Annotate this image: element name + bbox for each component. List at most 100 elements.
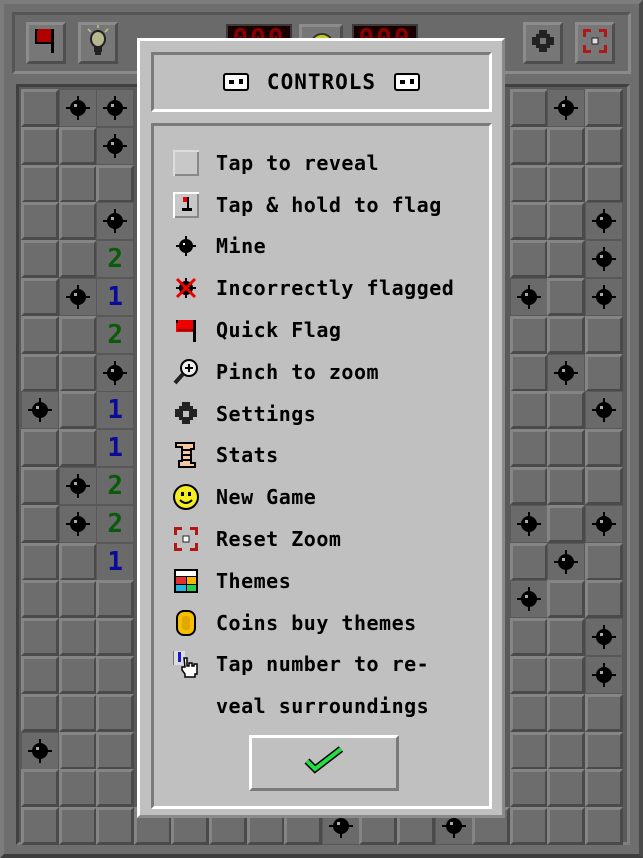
closed-cell[interactable] [547,769,586,808]
closed-cell[interactable] [58,202,97,241]
closed-cell[interactable] [21,693,59,732]
closed-cell[interactable] [509,164,548,203]
closed-cell[interactable] [58,807,97,846]
quick-flag-button[interactable] [26,22,66,64]
closed-cell[interactable] [509,353,548,392]
closed-cell[interactable] [96,580,135,619]
closed-cell[interactable] [58,164,97,203]
mine-cell[interactable] [58,89,97,127]
closed-cell[interactable] [509,731,548,770]
mine-cell[interactable] [585,391,623,430]
closed-cell[interactable] [585,89,623,127]
number-cell[interactable]: 1 [96,542,135,581]
closed-cell[interactable] [547,731,586,770]
closed-cell[interactable] [96,164,135,203]
mine-cell[interactable] [547,89,586,127]
mine-cell[interactable] [509,580,548,619]
mine-cell[interactable] [509,504,548,543]
closed-cell[interactable] [509,807,548,846]
mine-cell[interactable] [585,278,623,316]
closed-cell[interactable] [585,429,623,468]
closed-cell[interactable] [547,693,586,732]
closed-cell[interactable] [58,315,97,354]
closed-cell[interactable] [509,656,548,694]
closed-cell[interactable] [547,504,586,543]
closed-cell[interactable] [21,202,59,241]
closed-cell[interactable] [585,580,623,619]
mine-cell[interactable] [58,504,97,543]
reset-zoom-button[interactable] [575,22,615,64]
closed-cell[interactable] [585,731,623,770]
closed-cell[interactable] [547,315,586,354]
closed-cell[interactable] [509,126,548,165]
ok-button[interactable] [249,735,399,791]
closed-cell[interactable] [21,89,59,127]
number-cell[interactable]: 1 [96,391,135,430]
mine-cell[interactable] [96,353,135,392]
closed-cell[interactable] [547,278,586,316]
closed-cell[interactable] [58,618,97,657]
closed-cell[interactable] [547,807,586,846]
number-cell[interactable]: 1 [96,429,135,468]
closed-cell[interactable] [58,126,97,165]
number-cell[interactable]: 2 [96,504,135,543]
closed-cell[interactable] [547,618,586,657]
closed-cell[interactable] [58,542,97,581]
closed-cell[interactable] [509,202,548,241]
closed-cell[interactable] [21,278,59,316]
mine-cell[interactable] [509,278,548,316]
closed-cell[interactable] [585,542,623,581]
closed-cell[interactable] [509,391,548,430]
closed-cell[interactable] [585,353,623,392]
mine-cell[interactable] [96,89,135,127]
closed-cell[interactable] [547,164,586,203]
mine-cell[interactable] [21,391,59,430]
closed-cell[interactable] [58,731,97,770]
closed-cell[interactable] [509,315,548,354]
closed-cell[interactable] [21,164,59,203]
closed-cell[interactable] [21,429,59,468]
closed-cell[interactable] [585,769,623,808]
closed-cell[interactable] [58,391,97,430]
closed-cell[interactable] [509,467,548,505]
closed-cell[interactable] [509,542,548,581]
closed-cell[interactable] [58,769,97,808]
closed-cell[interactable] [21,807,59,846]
closed-cell[interactable] [96,618,135,657]
closed-cell[interactable] [21,618,59,657]
closed-cell[interactable] [96,693,135,732]
closed-cell[interactable] [585,126,623,165]
closed-cell[interactable] [547,202,586,241]
closed-cell[interactable] [547,240,586,279]
closed-cell[interactable] [58,656,97,694]
closed-cell[interactable] [585,467,623,505]
closed-cell[interactable] [96,769,135,808]
closed-cell[interactable] [547,429,586,468]
closed-cell[interactable] [509,89,548,127]
closed-cell[interactable] [585,807,623,846]
closed-cell[interactable] [509,618,548,657]
closed-cell[interactable] [58,353,97,392]
closed-cell[interactable] [509,769,548,808]
closed-cell[interactable] [58,429,97,468]
closed-cell[interactable] [21,580,59,619]
mine-cell[interactable] [585,202,623,241]
mine-cell[interactable] [58,467,97,505]
number-cell[interactable]: 2 [96,315,135,354]
closed-cell[interactable] [21,504,59,543]
mine-cell[interactable] [585,504,623,543]
closed-cell[interactable] [21,656,59,694]
number-cell[interactable]: 2 [96,467,135,505]
closed-cell[interactable] [58,240,97,279]
number-cell[interactable]: 1 [96,278,135,316]
closed-cell[interactable] [547,467,586,505]
closed-cell[interactable] [21,769,59,808]
closed-cell[interactable] [509,240,548,279]
closed-cell[interactable] [21,353,59,392]
closed-cell[interactable] [21,126,59,165]
mine-cell[interactable] [58,278,97,316]
closed-cell[interactable] [585,693,623,732]
closed-cell[interactable] [547,126,586,165]
mine-cell[interactable] [585,240,623,279]
closed-cell[interactable] [585,164,623,203]
